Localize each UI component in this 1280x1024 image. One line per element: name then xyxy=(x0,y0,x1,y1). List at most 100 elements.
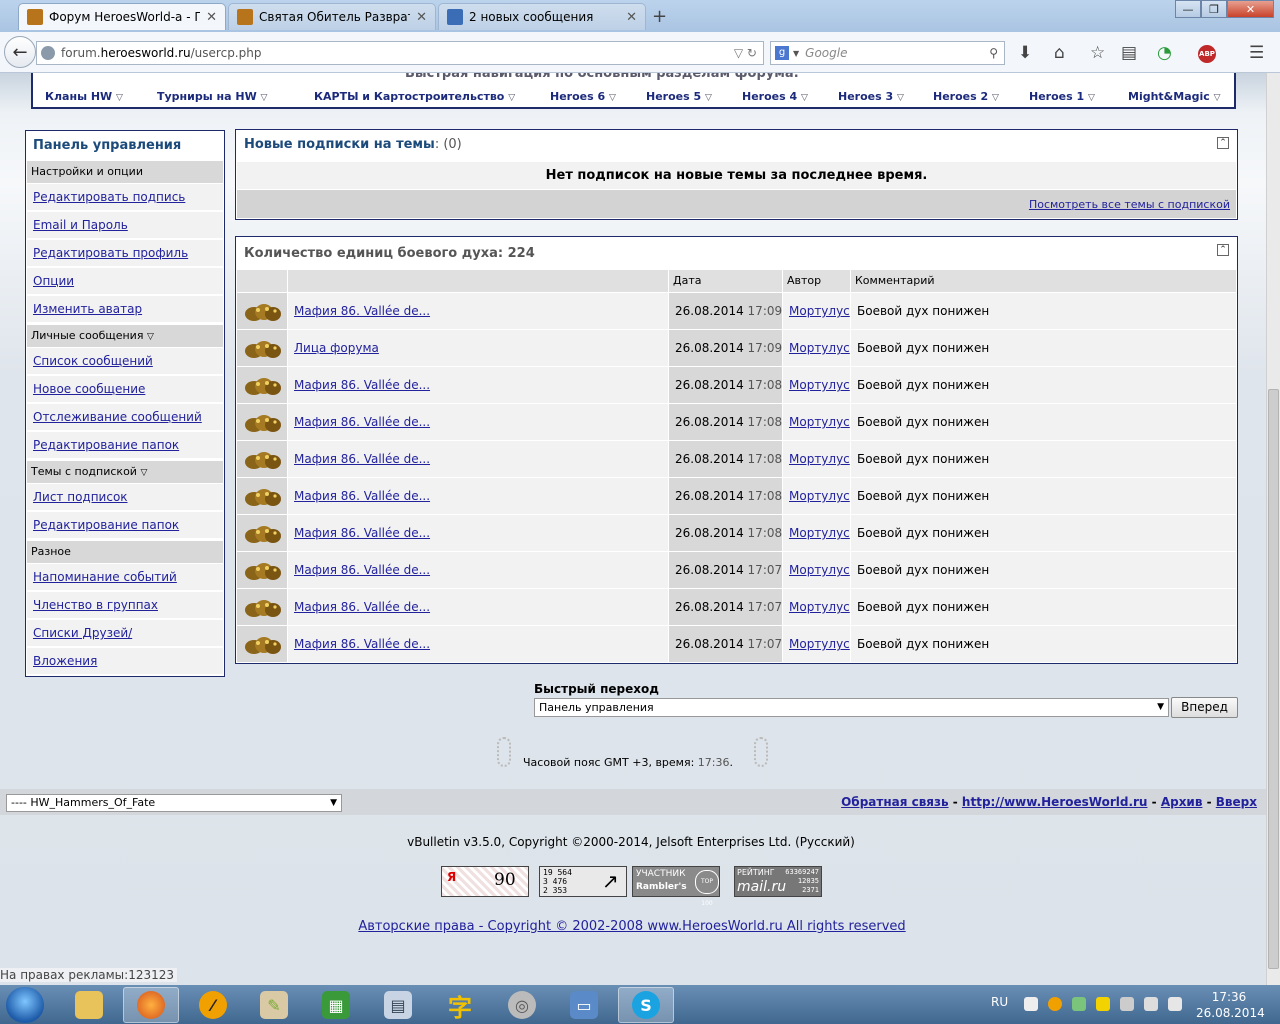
taskbar-calculator[interactable]: ▤ xyxy=(370,987,426,1023)
contact-link[interactable]: Обратная связь xyxy=(841,795,948,809)
sidebar-item-change-avatar[interactable]: Изменить аватар xyxy=(27,295,223,322)
minimize-button[interactable]: — xyxy=(1175,0,1201,18)
collapse-icon[interactable]: ⌃ xyxy=(1217,137,1229,149)
quick-nav-maps[interactable]: КАРТЫ и Картостроительство ▽ xyxy=(314,90,515,103)
homepage-link[interactable]: http://www.HeroesWorld.ru xyxy=(962,795,1148,809)
network-icon[interactable] xyxy=(1120,997,1134,1011)
taskbar-paint[interactable]: ✎ xyxy=(246,987,302,1023)
rambler-counter[interactable]: УЧАСТНИК Rambler's TOP 100 xyxy=(632,866,720,907)
taskbar-clock[interactable]: 17:36 26.08.2014 xyxy=(1196,989,1265,1021)
sidebar-item-group-membership[interactable]: Членство в группах xyxy=(27,591,223,618)
close-icon[interactable]: ✕ xyxy=(416,10,427,25)
tray-app-icon[interactable] xyxy=(1096,997,1110,1011)
window-close-button[interactable]: ✕ xyxy=(1227,0,1274,18)
sidebar-item-event-reminders[interactable]: Напоминание событий xyxy=(27,563,223,590)
start-button[interactable] xyxy=(6,987,44,1023)
search-input[interactable]: g ▼ Google ⚲ xyxy=(770,41,1005,65)
thread-link[interactable]: Мафия 86. Vallée de... xyxy=(294,526,430,540)
thread-link[interactable]: Лица форума xyxy=(294,341,379,355)
quick-jump-select[interactable]: Панель управления ▼ xyxy=(534,698,1169,717)
thread-link[interactable]: Мафия 86. Vallée de... xyxy=(294,563,430,577)
thread-link[interactable]: Мафия 86. Vallée de... xyxy=(294,452,430,466)
reader-icon[interactable]: ▤ xyxy=(1121,44,1137,62)
sync-icon[interactable]: ◔ xyxy=(1157,44,1172,62)
sidebar-item-edit-signature[interactable]: Редактировать подпись xyxy=(27,183,223,210)
bookmark-star-icon[interactable]: ☆ xyxy=(1090,44,1105,62)
view-all-subscriptions-link[interactable]: Посмотреть все темы с подпиской xyxy=(1029,198,1230,211)
sidebar-item-email-password[interactable]: Email и Пароль xyxy=(27,211,223,238)
chevron-down-icon[interactable]: ▼ xyxy=(793,49,799,58)
close-icon[interactable]: ✕ xyxy=(626,10,637,25)
downloads-icon[interactable]: ⬇ xyxy=(1018,44,1032,62)
thread-link[interactable]: Мафия 86. Vallée de... xyxy=(294,304,430,318)
author-link[interactable]: Мортулус xyxy=(789,415,850,429)
copyright-link[interactable]: Авторские права - Copyright © 2002-2008 … xyxy=(358,919,905,934)
sidebar-item-new-message[interactable]: Новое сообщение xyxy=(27,375,223,402)
thread-link[interactable]: Мафия 86. Vallée de... xyxy=(294,415,430,429)
taskbar-pencil[interactable]: ⁄ xyxy=(185,987,241,1023)
sidebar-item-attachments[interactable]: Вложения xyxy=(27,647,223,674)
sidebar-item-options[interactable]: Опции xyxy=(27,267,223,294)
archive-link[interactable]: Архив xyxy=(1161,795,1203,809)
thread-link[interactable]: Мафия 86. Vallée de... xyxy=(294,600,430,614)
tray-app-icon[interactable] xyxy=(1072,997,1086,1011)
style-select[interactable]: ---- HW_Hammers_Of_Fate ▼ xyxy=(6,794,342,812)
author-link[interactable]: Мортулус xyxy=(789,378,850,392)
quick-jump-go-button[interactable]: Вперед xyxy=(1171,697,1238,718)
author-link[interactable]: Мортулус xyxy=(789,304,850,318)
author-link[interactable]: Мортулус xyxy=(789,563,850,577)
taskbar-disc[interactable]: ◎ xyxy=(494,987,550,1023)
quick-nav-heroes5[interactable]: Heroes 5 ▽ xyxy=(646,90,712,103)
quick-nav-heroes2[interactable]: Heroes 2 ▽ xyxy=(933,90,999,103)
language-indicator[interactable]: RU xyxy=(991,995,1008,1009)
thread-link[interactable]: Мафия 86. Vallée de... xyxy=(294,378,430,392)
sidebar-item-message-list[interactable]: Список сообщений xyxy=(27,347,223,374)
flag-icon[interactable] xyxy=(1024,997,1038,1011)
menu-icon[interactable]: ☰ xyxy=(1249,44,1264,62)
author-link[interactable]: Мортулус xyxy=(789,489,850,503)
sidebar-item-message-tracking[interactable]: Отслеживание сообщений xyxy=(27,403,223,430)
scrollbar-thumb[interactable] xyxy=(1268,389,1279,969)
yandex-counter[interactable]: Я 90 xyxy=(441,866,529,897)
quick-nav-tournaments[interactable]: Турниры на HW ▽ xyxy=(157,90,267,103)
taskbar-explorer[interactable] xyxy=(61,987,117,1023)
top-link[interactable]: Вверх xyxy=(1216,795,1257,809)
tab-obitel[interactable]: Святая Обитель Разврата ... ✕ xyxy=(228,3,436,30)
sidebar-item-edit-profile[interactable]: Редактировать профиль xyxy=(27,239,223,266)
new-tab-button[interactable]: + xyxy=(652,6,667,27)
sidebar-item-buddy-ignore-lists[interactable]: Списки Друзей/Игнорирования xyxy=(27,619,223,666)
quick-nav-heroes1[interactable]: Heroes 1 ▽ xyxy=(1029,90,1095,103)
author-link[interactable]: Мортулус xyxy=(789,600,850,614)
hits-counter[interactable]: 19 564 3 476 2 353 ↗ xyxy=(539,866,627,897)
home-icon[interactable]: ⌂ xyxy=(1054,44,1065,62)
tab-forum[interactable]: Форум HeroesWorld-а - П... ✕ xyxy=(18,3,226,30)
taskbar-skype[interactable]: S xyxy=(618,987,674,1023)
taskbar-firefox[interactable] xyxy=(123,987,179,1023)
close-icon[interactable]: ✕ xyxy=(206,10,217,25)
author-link[interactable]: Мортулус xyxy=(789,637,850,651)
thread-link[interactable]: Мафия 86. Vallée de... xyxy=(294,637,430,651)
author-link[interactable]: Мортулус xyxy=(789,452,850,466)
sidebar-heading-private-messages[interactable]: Личные сообщения ▽ xyxy=(27,325,223,347)
sidebar-item-edit-subscription-folders[interactable]: Редактирование папок xyxy=(27,511,223,538)
quick-nav-heroes3[interactable]: Heroes 3 ▽ xyxy=(838,90,904,103)
tab-messages[interactable]: 2 новых сообщения ✕ xyxy=(438,3,646,30)
quick-nav-heroes4[interactable]: Heroes 4 ▽ xyxy=(742,90,808,103)
tray-app-icon[interactable] xyxy=(1048,997,1062,1011)
url-bar[interactable]: forum. heroesworld.ru/usercp.php ▽ ↻ xyxy=(36,41,764,65)
adblock-icon[interactable]: ABP xyxy=(1198,45,1216,63)
author-link[interactable]: Мортулус xyxy=(789,526,850,540)
author-link[interactable]: Мортулус xyxy=(789,341,850,355)
battery-icon[interactable] xyxy=(1144,997,1158,1011)
google-icon[interactable]: g xyxy=(775,46,789,60)
taskbar-ime[interactable]: 字 xyxy=(432,987,488,1023)
quick-nav-heroes6[interactable]: Heroes 6 ▽ xyxy=(550,90,616,103)
maximize-button[interactable]: ❐ xyxy=(1201,0,1227,18)
quick-nav-might-magic[interactable]: Might&Magic ▽ xyxy=(1128,90,1221,103)
sidebar-item-edit-folders[interactable]: Редактирование папок xyxy=(27,431,223,458)
taskbar-rubik[interactable]: ▦ xyxy=(308,987,364,1023)
url-controls[interactable]: ▽ ↻ xyxy=(734,46,763,60)
back-button[interactable]: ← xyxy=(4,36,36,68)
collapse-icon[interactable]: ⌃ xyxy=(1217,244,1229,256)
volume-icon[interactable] xyxy=(1168,997,1182,1011)
